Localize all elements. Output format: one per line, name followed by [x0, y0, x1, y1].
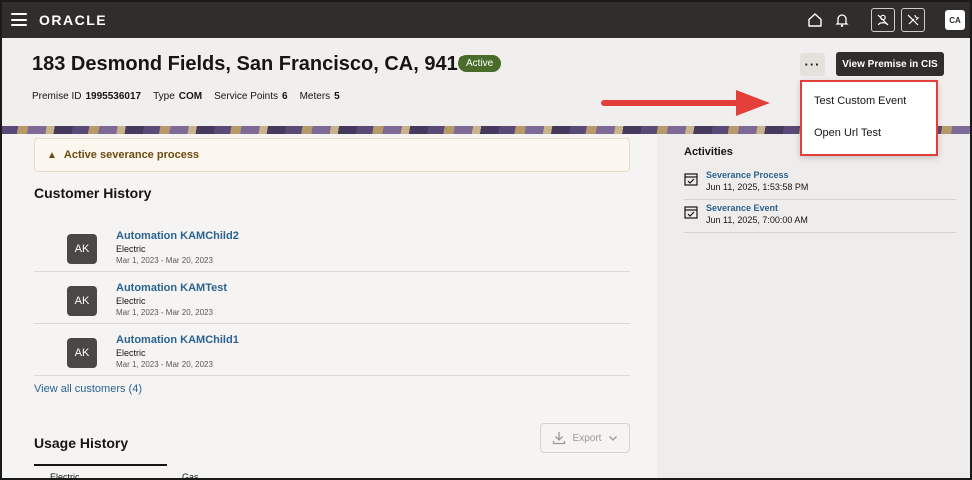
tab-gas[interactable]: Gas [182, 472, 199, 478]
customer-service-type: Electric [116, 296, 146, 306]
user-avatar[interactable]: CA [945, 10, 965, 30]
annotation-arrow [601, 90, 770, 116]
export-label: Export [572, 432, 602, 444]
tab-indicator [34, 464, 167, 466]
menu-item-open-url-test[interactable]: Open Url Test [814, 127, 881, 139]
activities-panel: Activities Severance Process Jun 11, 202… [657, 134, 970, 478]
status-badge: Active [458, 55, 502, 72]
customer-name-link[interactable]: Automation KAMChild2 [116, 230, 239, 242]
bell-icon[interactable] [831, 9, 853, 31]
activities-title: Activities [684, 146, 733, 158]
activity-date: Jun 11, 2025, 1:53:58 PM [706, 182, 809, 192]
calendar-check-icon [684, 173, 698, 186]
top-navigation-bar: ORACLE CA [2, 2, 970, 38]
download-icon [552, 432, 565, 445]
premise-meta: Premise ID 1995536017 Type COM Service Poi… [32, 91, 340, 102]
premise-id-field: Premise ID 1995536017 [32, 91, 142, 102]
customer-row: AK Automation KAMTest Electric Mar 1, 20… [34, 272, 630, 324]
oracle-logo: ORACLE [39, 12, 108, 28]
more-actions-button[interactable]: ··· [800, 53, 825, 76]
calendar-check-icon [684, 206, 698, 219]
meters-field: Meters 5 [299, 91, 340, 102]
alert-text: Active severance process [63, 149, 200, 161]
customer-avatar: AK [67, 338, 97, 368]
service-points-field: Service Points 6 [214, 91, 288, 102]
tools-off-icon[interactable] [901, 8, 925, 32]
view-premise-in-cis-button[interactable]: View Premise in CIS [836, 52, 944, 76]
customer-avatar: AK [67, 234, 97, 264]
customer-dates: Mar 1, 2023 - Mar 20, 2023 [116, 308, 213, 317]
activity-item: Severance Process Jun 11, 2025, 1:53:58 … [684, 167, 956, 200]
activity-date: Jun 11, 2025, 7:00:00 AM [706, 215, 808, 225]
customer-name-link[interactable]: Automation KAMChild1 [116, 334, 239, 346]
customer-dates: Mar 1, 2023 - Mar 20, 2023 [116, 256, 213, 265]
activity-name-link[interactable]: Severance Event [706, 203, 778, 213]
customer-avatar: AK [67, 286, 97, 316]
customer-name-link[interactable]: Automation KAMTest [116, 282, 227, 294]
page-title: 183 Desmond Fields, San Francisco, CA, 9… [32, 53, 480, 75]
tab-electric[interactable]: Electric [50, 472, 80, 478]
customer-row: AK Automation KAMChild2 Electric Mar 1, … [34, 220, 630, 272]
activity-item: Severance Event Jun 11, 2025, 7:00:00 AM [684, 200, 956, 233]
chevron-down-icon [609, 436, 618, 441]
severance-alert: ▲ Active severance process [34, 138, 630, 172]
main-content: ▲ Active severance process Customer Hist… [2, 134, 657, 478]
customer-row: AK Automation KAMChild1 Electric Mar 1, … [34, 324, 630, 376]
person-off-icon[interactable] [871, 8, 895, 32]
warning-icon: ▲ [47, 149, 57, 161]
view-all-customers-link[interactable]: View all customers (4) [34, 383, 142, 395]
customer-history-title: Customer History [34, 185, 152, 201]
hamburger-icon[interactable] [11, 13, 27, 26]
customer-service-type: Electric [116, 244, 146, 254]
type-field: Type COM [153, 91, 203, 102]
customer-dates: Mar 1, 2023 - Mar 20, 2023 [116, 360, 213, 369]
customer-service-type: Electric [116, 348, 146, 358]
home-icon[interactable] [804, 9, 826, 31]
export-button[interactable]: Export [540, 423, 630, 453]
app-window: ORACLE CA 183 Desmond Fields, San Franci… [0, 0, 972, 480]
usage-history-title: Usage History [34, 435, 129, 451]
more-actions-menu: Test Custom Event Open Url Test [800, 80, 938, 156]
menu-item-test-custom-event[interactable]: Test Custom Event [814, 95, 906, 107]
activity-name-link[interactable]: Severance Process [706, 170, 789, 180]
